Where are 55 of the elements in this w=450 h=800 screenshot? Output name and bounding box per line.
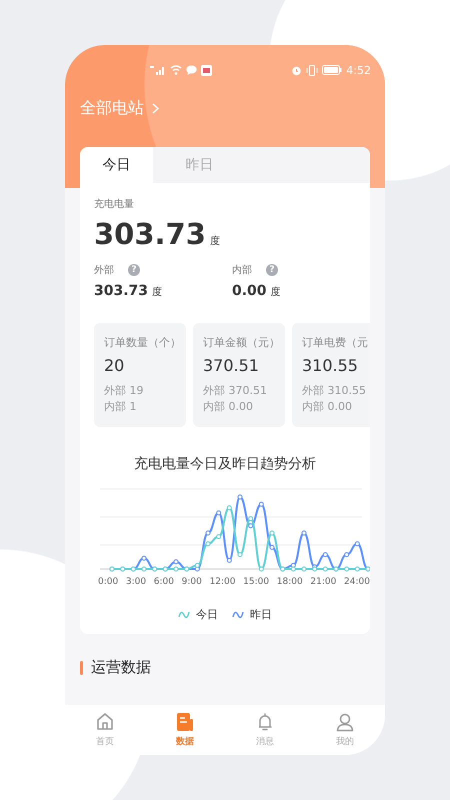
section-title: 运营数据 — [91, 658, 151, 677]
unit-label: 度 — [270, 286, 281, 299]
nav-tab[interactable]: 数据 — [145, 705, 225, 755]
axis-label: 18:00 — [276, 577, 303, 587]
axis-label: 12:00 — [210, 577, 236, 587]
stat-value: 310.55 — [302, 356, 359, 375]
axis-label: 3:00 — [126, 577, 146, 587]
stat-title: 订单金额（元） — [203, 335, 281, 350]
app-icon — [201, 64, 212, 76]
stat-detail: 内部 1 — [104, 399, 138, 415]
nav-tab[interactable]: 我的 — [305, 705, 385, 755]
split-value: 0.00 — [232, 283, 267, 299]
battery-icon — [322, 65, 342, 75]
axis-label: 9:00 — [182, 577, 202, 587]
split-label: 内部 — [232, 264, 252, 277]
stat-detail: 外部 310.55 — [302, 383, 367, 399]
signal-icon — [150, 65, 166, 75]
stat-value: 20 — [104, 356, 126, 375]
day-tab[interactable]: 今日 — [80, 147, 153, 183]
day-tab[interactable]: 昨日 — [163, 147, 236, 183]
nav-tab[interactable]: 消息 — [225, 705, 305, 755]
stat-value: 370.51 — [203, 356, 260, 375]
axis-label: 6:00 — [154, 577, 174, 587]
wifi-icon — [170, 65, 182, 75]
stat-detail: 外部 19 — [104, 383, 144, 399]
document-icon — [175, 712, 195, 732]
total-value: 303.73 — [94, 217, 206, 251]
axis-label: 0:00 — [98, 577, 118, 587]
nav-tab[interactable]: 首页 — [65, 705, 145, 755]
help-icon[interactable]: ? — [128, 264, 140, 276]
stat-detail: 外部 370.51 — [203, 383, 268, 399]
chevron-right-icon[interactable] — [152, 103, 159, 114]
axis-label: 15:00 — [243, 577, 270, 587]
help-icon[interactable]: ? — [266, 264, 278, 276]
legend-label: 今日 — [196, 607, 218, 622]
chat-bubble-icon — [186, 65, 197, 75]
unit-label: 度 — [152, 286, 162, 299]
split-value: 303.73 — [94, 283, 148, 299]
axis-label: 21:00 — [310, 577, 336, 587]
chart-title: 充电电量今日及昨日趋势分析 — [133, 455, 317, 473]
status-time: 4:52 — [346, 64, 371, 76]
total-label: 充电电量 — [94, 198, 135, 211]
split-label: 外部 — [94, 264, 114, 277]
unit-label: 度 — [210, 234, 220, 248]
axis-label: 24:00 — [344, 577, 370, 587]
stat-title: 订单电费（元 — [302, 335, 369, 350]
stat-detail: 内部 0.00 — [302, 399, 353, 415]
legend-label: 昨日 — [250, 607, 272, 622]
vibrate-icon — [306, 64, 318, 76]
stat-title: 订单数量（个） — [104, 335, 182, 350]
station-selector[interactable]: 全部电站 — [80, 98, 144, 119]
stat-detail: 内部 0.00 — [203, 399, 254, 415]
home-icon — [95, 712, 115, 732]
accent-bar — [80, 660, 83, 674]
user-icon — [335, 712, 355, 732]
